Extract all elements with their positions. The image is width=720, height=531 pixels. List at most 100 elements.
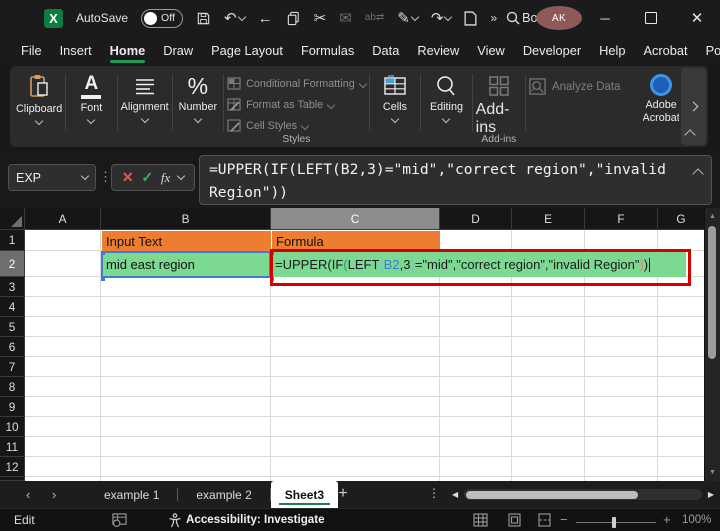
row-header-6[interactable]: 6: [0, 337, 25, 357]
row-header-1[interactable]: 1: [0, 230, 25, 251]
font-group-button[interactable]: A Font: [69, 70, 114, 145]
new-file-icon[interactable]: [464, 11, 477, 26]
insert-function-icon[interactable]: fx: [161, 170, 170, 186]
close-button[interactable]: ✕: [674, 9, 720, 27]
column-header-C[interactable]: C: [271, 208, 440, 230]
minimize-button[interactable]: ─: [582, 11, 628, 26]
scroll-up-icon[interactable]: ▲: [709, 213, 716, 220]
cell-C1[interactable]: Formula: [272, 231, 440, 251]
sheet-prev-icon[interactable]: ‹: [26, 487, 30, 502]
scroll-down-icon[interactable]: ▼: [709, 469, 716, 476]
macro-record-icon[interactable]: [112, 513, 127, 527]
menu-tab-view[interactable]: View: [468, 36, 514, 65]
row-header-7[interactable]: 7: [0, 357, 25, 377]
adobe-acrobat-button[interactable]: Adobe Acrobat: [643, 70, 679, 145]
gridline: [25, 456, 705, 457]
back-icon[interactable]: ←: [258, 11, 273, 26]
column-header-A[interactable]: A: [25, 208, 101, 230]
sheet-tab-example-2[interactable]: example 2: [178, 481, 269, 508]
chevron-down-icon: [391, 115, 399, 123]
alignment-group-button[interactable]: Alignment: [121, 70, 169, 145]
vertical-scrollbar[interactable]: ▲▼: [704, 208, 720, 481]
reference-handle[interactable]: [101, 251, 105, 255]
account-avatar[interactable]: AK: [536, 6, 582, 30]
sheet-options-icon[interactable]: ⋮: [428, 486, 440, 500]
save-icon[interactable]: [196, 11, 211, 26]
zoom-slider-thumb[interactable]: [612, 517, 616, 528]
horizontal-scroll-thumb[interactable]: [466, 491, 638, 499]
menu-tab-acrobat[interactable]: Acrobat: [634, 36, 696, 65]
menu-tab-page-layout[interactable]: Page Layout: [202, 36, 292, 65]
column-header-D[interactable]: D: [440, 208, 512, 230]
menu-tab-home[interactable]: Home: [101, 36, 155, 65]
row-header-12[interactable]: 12: [0, 457, 25, 477]
row-header-4[interactable]: 4: [0, 297, 25, 317]
horizontal-scrollbar[interactable]: ◀ ▶: [452, 488, 714, 501]
chevron-down-icon: [81, 172, 89, 180]
menu-tab-developer[interactable]: Developer: [514, 36, 590, 65]
number-group-button[interactable]: % Number: [176, 70, 221, 145]
horizontal-scroll-track[interactable]: [464, 489, 702, 500]
undo-icon[interactable]: ↶: [224, 11, 245, 26]
menu-tab-review[interactable]: Review: [408, 36, 468, 65]
row-header-11[interactable]: 11: [0, 437, 25, 457]
row-header-8[interactable]: 8: [0, 377, 25, 397]
cells-group-button[interactable]: Cells: [373, 70, 418, 145]
normal-view-icon[interactable]: [473, 513, 488, 527]
sheet-tab-example-1[interactable]: example 1: [86, 481, 177, 508]
scroll-right-icon[interactable]: ▶: [708, 490, 714, 499]
row-header-9[interactable]: 9: [0, 397, 25, 417]
cancel-entry-icon[interactable]: ✕: [122, 169, 134, 186]
sheet-tab-sheet3[interactable]: Sheet3: [271, 481, 338, 508]
draw-touch-icon[interactable]: ✎: [397, 11, 418, 26]
menu-tab-data[interactable]: Data: [363, 36, 408, 65]
search-icon[interactable]: [490, 10, 536, 26]
zoom-out-button[interactable]: −: [560, 512, 568, 527]
formula-input[interactable]: =UPPER(IF(LEFT(B2,3)="mid","correct regi…: [199, 155, 712, 205]
menu-tab-file[interactable]: File: [12, 36, 51, 65]
zoom-level[interactable]: 100%: [682, 514, 711, 526]
autosave-toggle[interactable]: Off: [141, 9, 183, 28]
confirm-entry-icon[interactable]: ✓: [141, 169, 153, 186]
reference-handle[interactable]: [101, 277, 105, 281]
menu-tab-insert[interactable]: Insert: [51, 36, 101, 65]
column-header-E[interactable]: E: [512, 208, 585, 230]
cell-B1[interactable]: Input Text: [102, 231, 271, 251]
zoom-slider-track[interactable]: [576, 522, 656, 523]
clipboard-group-button[interactable]: Clipboard: [16, 70, 62, 145]
new-sheet-button[interactable]: +: [332, 483, 354, 505]
name-box[interactable]: EXP: [8, 164, 96, 191]
page-layout-view-icon[interactable]: [507, 513, 522, 527]
editing-group-button[interactable]: Editing: [424, 70, 469, 145]
select-all-button[interactable]: [0, 208, 25, 230]
scroll-left-icon[interactable]: ◀: [452, 490, 458, 499]
copy-icon[interactable]: [286, 11, 301, 26]
vertical-scroll-thumb[interactable]: [708, 226, 716, 359]
accessibility-icon[interactable]: [168, 513, 182, 528]
maximize-button[interactable]: [628, 12, 674, 24]
gridline: [25, 316, 705, 317]
menu-tab-power-pivot[interactable]: Power Pivot: [697, 36, 720, 65]
accessibility-status[interactable]: Accessibility: Investigate: [186, 513, 325, 526]
row-header-10[interactable]: 10: [0, 417, 25, 437]
menu-tab-draw[interactable]: Draw: [154, 36, 202, 65]
menu-tab-formulas[interactable]: Formulas: [292, 36, 363, 65]
column-header-B[interactable]: B: [101, 208, 271, 230]
clipboard-icon: [27, 74, 51, 100]
excel-logo-icon[interactable]: X: [44, 9, 63, 28]
redo-icon[interactable]: ↷: [431, 11, 452, 26]
cut-icon[interactable]: ✂: [314, 11, 327, 26]
status-bar: Edit Accessibility: Investigate − + 100%: [0, 508, 720, 531]
menu-tab-help[interactable]: Help: [590, 36, 634, 65]
zoom-in-button[interactable]: +: [663, 512, 671, 527]
conditional-formatting-button: Conditional Formatting: [227, 73, 366, 94]
sheet-next-icon[interactable]: ›: [52, 487, 56, 502]
page-break-view-icon[interactable]: [537, 513, 552, 527]
row-header-2[interactable]: 2: [0, 251, 25, 277]
formula-action-box: ✕ ✓ fx: [111, 164, 195, 191]
row-header-3[interactable]: 3: [0, 277, 25, 297]
cell-mode-indicator[interactable]: Edit: [14, 513, 35, 527]
row-header-5[interactable]: 5: [0, 317, 25, 337]
column-header-F[interactable]: F: [585, 208, 658, 230]
column-header-G[interactable]: G: [658, 208, 705, 230]
